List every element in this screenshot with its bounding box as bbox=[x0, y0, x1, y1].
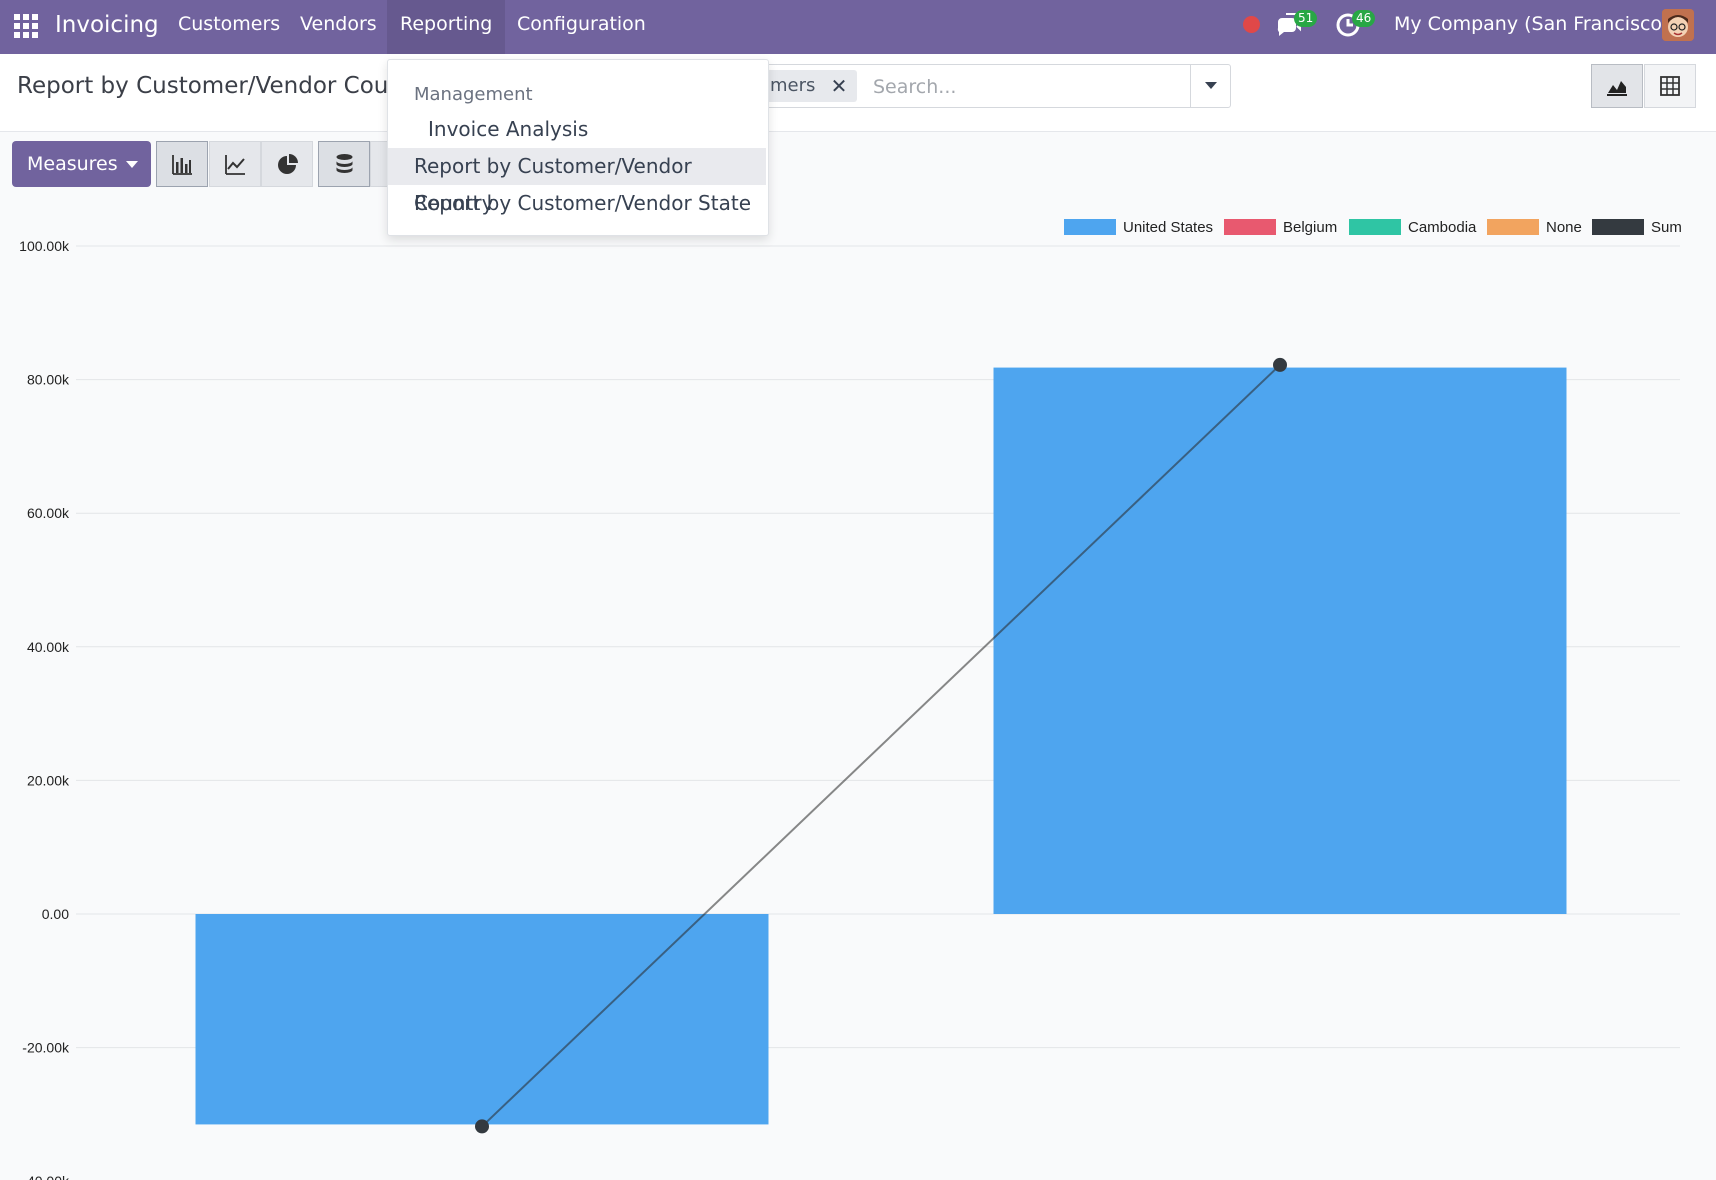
caret-down-icon bbox=[126, 161, 138, 168]
pivot-view-button[interactable] bbox=[1644, 64, 1696, 108]
chevron-down-icon bbox=[1205, 82, 1217, 89]
menu-customers[interactable]: Customers bbox=[165, 0, 293, 54]
legend-swatch bbox=[1064, 219, 1116, 235]
legend-label: United States bbox=[1123, 219, 1213, 236]
messages-count-badge: 51 bbox=[1294, 10, 1318, 27]
line-chart-button[interactable] bbox=[209, 141, 261, 187]
reporting-dropdown: Management Invoice Analysis Report by Cu… bbox=[387, 59, 769, 236]
y-tick-label: -40.00k bbox=[22, 1173, 70, 1180]
pie-chart-icon bbox=[278, 154, 298, 174]
y-tick-label: 20.00k bbox=[27, 772, 70, 788]
dropdown-section-header: Management bbox=[414, 84, 533, 105]
legend-label: Cambodia bbox=[1408, 219, 1477, 236]
y-tick-label: 100.00k bbox=[19, 238, 70, 254]
search-box[interactable]: omers ✕ bbox=[740, 64, 1231, 108]
apps-menu-icon[interactable] bbox=[12, 12, 40, 40]
legend-label: None bbox=[1546, 219, 1582, 236]
area-chart-icon bbox=[1607, 81, 1627, 96]
control-panel: Report by Customer/Vendor Count omers ✕ bbox=[0, 54, 1716, 132]
menu-reporting[interactable]: Reporting bbox=[387, 0, 506, 54]
menu-item-report-by-state[interactable]: Report by Customer/Vendor State bbox=[388, 185, 766, 222]
menu-configuration[interactable]: Configuration bbox=[504, 0, 659, 54]
bar-united-states bbox=[195, 914, 769, 1125]
y-tick-label: 0.00 bbox=[42, 906, 69, 922]
line-chart-icon bbox=[225, 155, 245, 175]
app-name[interactable]: Invoicing bbox=[55, 10, 159, 40]
bar-chart-button[interactable] bbox=[156, 141, 208, 187]
stacked-button[interactable] bbox=[318, 141, 370, 187]
activities-count-badge: 46 bbox=[1352, 10, 1376, 27]
measures-button[interactable]: Measures bbox=[12, 141, 151, 187]
company-switcher[interactable]: My Company (San Francisco) bbox=[1394, 10, 1669, 38]
graph-chart: United States Belgium Cambodia None Sum 100.… bbox=[19, 219, 1682, 1180]
y-tick-label: 60.00k bbox=[27, 505, 70, 521]
menu-vendors[interactable]: Vendors bbox=[287, 0, 390, 54]
y-tick-label: -20.00k bbox=[22, 1040, 70, 1056]
graph-view-button[interactable] bbox=[1591, 64, 1643, 108]
pie-chart-button[interactable] bbox=[261, 141, 313, 187]
legend-swatch bbox=[1592, 219, 1644, 235]
measures-label: Measures bbox=[27, 153, 118, 175]
y-tick-label: 40.00k bbox=[27, 639, 70, 655]
search-options-toggle[interactable] bbox=[1190, 64, 1231, 108]
legend-swatch bbox=[1349, 219, 1401, 235]
search-input[interactable] bbox=[871, 67, 1175, 107]
legend-swatch bbox=[1487, 219, 1539, 235]
bar-chart-icon bbox=[172, 155, 192, 175]
bar-united-states bbox=[993, 367, 1567, 914]
page-title: Report by Customer/Vendor Count bbox=[17, 73, 412, 99]
sum-point bbox=[475, 1119, 489, 1134]
y-tick-label: 80.00k bbox=[27, 372, 70, 388]
legend-label: Belgium bbox=[1283, 219, 1337, 236]
menu-item-report-by-country[interactable]: Report by Customer/Vendor Country bbox=[388, 148, 766, 215]
top-navbar: Invoicing Customers Vendors Reporting Co… bbox=[0, 0, 1716, 54]
chart-legend: United States Belgium Cambodia None Sum bbox=[1064, 219, 1682, 236]
facet-remove-icon[interactable]: ✕ bbox=[831, 70, 848, 102]
table-icon bbox=[1660, 76, 1680, 96]
stack-icon bbox=[336, 154, 353, 173]
legend-swatch bbox=[1224, 219, 1276, 235]
menu-item-invoice-analysis[interactable]: Invoice Analysis bbox=[388, 111, 766, 148]
legend-label: Sum bbox=[1651, 219, 1682, 236]
user-avatar[interactable] bbox=[1662, 9, 1694, 41]
sum-point bbox=[1273, 357, 1287, 372]
record-dot-icon[interactable] bbox=[1243, 16, 1260, 33]
